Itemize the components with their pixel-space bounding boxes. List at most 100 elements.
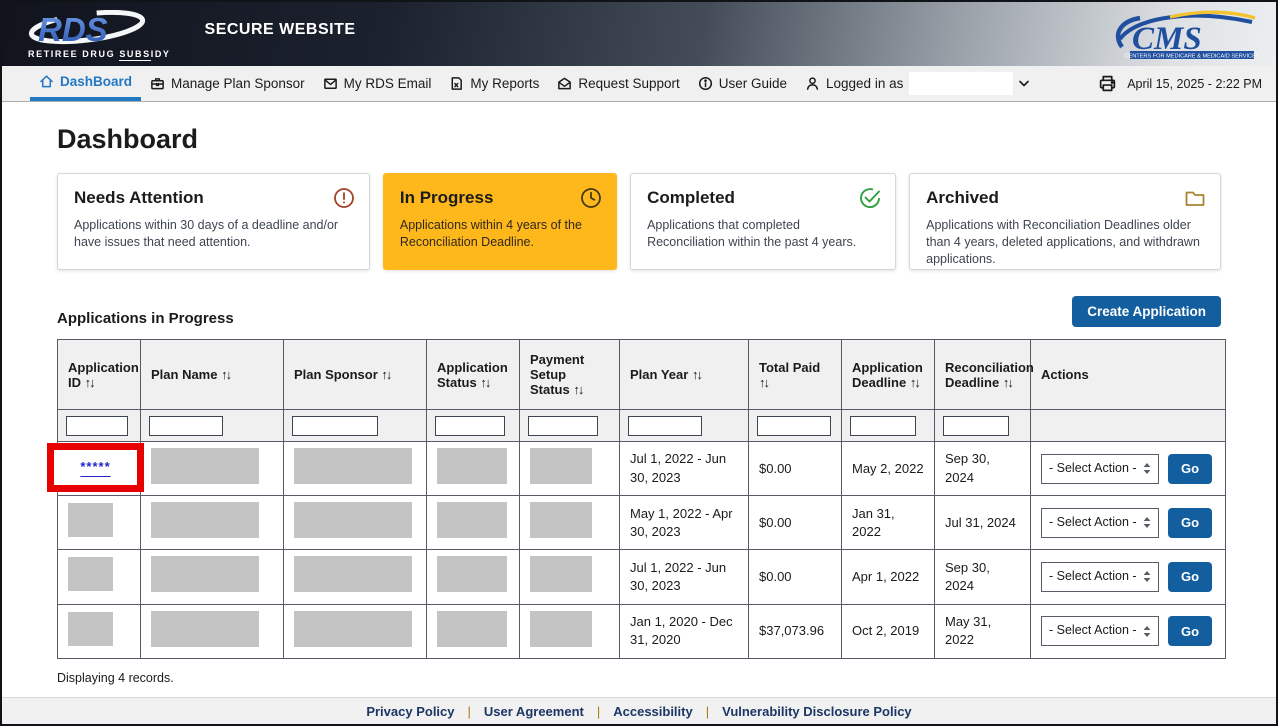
action-select[interactable]: - Select Action - (1041, 454, 1159, 484)
card-description: Applications with Reconciliation Deadlin… (926, 217, 1204, 268)
column-header-plan-sponsor[interactable]: Plan Sponsor ↑↓ (284, 340, 427, 410)
nav-item-label: DashBoard (60, 74, 132, 89)
logged-in-menu[interactable]: Logged in as (796, 66, 1038, 101)
request-support-icon (557, 76, 572, 91)
print-icon[interactable] (1098, 74, 1117, 93)
nav-item-user-guide[interactable]: User Guide (689, 66, 796, 101)
go-button[interactable]: Go (1168, 454, 1212, 484)
nav-item-my-reports[interactable]: My Reports (440, 66, 548, 101)
chevron-down-icon (1019, 80, 1029, 87)
table-row: Jan 1, 2020 - Dec 31, 2020 $37,073.96 Oc… (58, 604, 1226, 658)
plan-name-redacted (151, 448, 259, 484)
nav-item-label: User Guide (719, 76, 787, 91)
sort-icon: ↑↓ (381, 367, 390, 382)
records-count: Displaying 4 records. (57, 671, 1221, 685)
application-id-redacted (68, 557, 113, 591)
filter-input-plan-name[interactable] (149, 416, 223, 436)
sort-icon: ↑↓ (221, 367, 230, 382)
plan-year-cell: Jul 1, 2022 - Jun 30, 2023 (620, 442, 749, 496)
footer-link-user-agreement[interactable]: User Agreement (484, 704, 584, 719)
nav-item-request-support[interactable]: Request Support (548, 66, 688, 101)
card-completed[interactable]: Completed Applications that completed Re… (630, 173, 896, 270)
card-description: Applications that completed Reconciliati… (647, 217, 879, 251)
application-status-redacted (437, 611, 507, 647)
svg-text:CENTERS FOR MEDICARE & MEDICAI: CENTERS FOR MEDICARE & MEDICAID SERVICES (1124, 53, 1258, 59)
applications-table: Application ID ↑↓ Plan Name ↑↓ Plan Spon… (57, 339, 1226, 659)
application-status-redacted (437, 502, 507, 538)
filter-input-reconciliation-deadline[interactable] (943, 416, 1009, 436)
column-header-plan-name[interactable]: Plan Name ↑↓ (141, 340, 284, 410)
filter-input-total-paid[interactable] (757, 416, 831, 436)
reconciliation-deadline-cell: Jul 31, 2024 (935, 496, 1031, 550)
go-button[interactable]: Go (1168, 616, 1212, 646)
filter-input-payment-setup-status[interactable] (528, 416, 598, 436)
plan-year-cell: Jan 1, 2020 - Dec 31, 2020 (620, 604, 749, 658)
application-deadline-cell: May 2, 2022 (842, 442, 935, 496)
rds-logo-icon: RDS (28, 10, 146, 48)
status-cards: Needs Attention Applications within 30 d… (57, 173, 1221, 270)
card-title: In Progress (400, 188, 600, 208)
application-id-link[interactable]: ***** (80, 458, 110, 476)
alert-circle-icon (333, 187, 355, 214)
go-button[interactable]: Go (1168, 562, 1212, 592)
application-deadline-cell: Apr 1, 2022 (842, 550, 935, 604)
card-needs-attention[interactable]: Needs Attention Applications within 30 d… (57, 173, 370, 270)
application-id-redacted (68, 612, 113, 646)
filter-input-application-deadline[interactable] (850, 416, 916, 436)
sort-icon: ↑↓ (1003, 375, 1012, 390)
go-button[interactable]: Go (1168, 508, 1212, 538)
site-label: SECURE WEBSITE (205, 21, 356, 39)
footer-link-privacy-policy[interactable]: Privacy Policy (366, 704, 454, 719)
plan-year-cell: Jul 1, 2022 - Jun 30, 2023 (620, 550, 749, 604)
card-title: Needs Attention (74, 188, 353, 208)
report-icon (449, 76, 464, 91)
table-row: May 1, 2022 - Apr 30, 2023 $0.00 Jan 31,… (58, 496, 1226, 550)
filter-input-plan-year[interactable] (628, 416, 702, 436)
select-arrows-icon (1143, 463, 1151, 474)
current-datetime: April 15, 2025 - 2:22 PM (1127, 77, 1262, 91)
home-icon (39, 74, 54, 89)
column-header-payment-setup-status[interactable]: Payment Setup Status ↑↓ (520, 340, 620, 410)
action-select[interactable]: - Select Action - (1041, 616, 1159, 646)
action-select[interactable]: - Select Action - (1041, 562, 1159, 592)
column-header-total-paid[interactable]: Total Paid ↑↓ (749, 340, 842, 410)
sort-icon: ↑↓ (692, 367, 701, 382)
footer-link-accessibility[interactable]: Accessibility (613, 704, 693, 719)
filter-input-plan-sponsor[interactable] (292, 416, 378, 436)
nav-item-my-rds-email[interactable]: My RDS Email (314, 66, 441, 101)
info-icon (698, 76, 713, 91)
plan-sponsor-redacted (294, 556, 412, 592)
card-description: Applications within 4 years of the Recon… (400, 217, 600, 251)
masthead: RDS Retiree Drug Subsidy SECURE WEBSITE … (2, 2, 1276, 66)
sort-icon: ↑↓ (85, 375, 94, 390)
column-header-plan-year[interactable]: Plan Year ↑↓ (620, 340, 749, 410)
column-header-application-id[interactable]: Application ID ↑↓ (58, 340, 141, 410)
nav-item-dashboard[interactable]: DashBoard (30, 66, 141, 101)
total-paid-cell: $0.00 (749, 442, 842, 496)
plan-name-redacted (151, 611, 259, 647)
filter-input-application-id[interactable] (66, 416, 128, 436)
card-archived[interactable]: Archived Applications with Reconciliatio… (909, 173, 1221, 270)
column-header-reconciliation-deadline[interactable]: Reconciliation Deadline ↑↓ (935, 340, 1031, 410)
card-in-progress[interactable]: In Progress Applications within 4 years … (383, 173, 617, 270)
page-title: Dashboard (57, 124, 1221, 155)
rds-logo: RDS Retiree Drug Subsidy (28, 10, 171, 59)
nav-item-manage-plan-sponsor[interactable]: Manage Plan Sponsor (141, 66, 314, 101)
application-deadline-cell: Jan 31, 2022 (842, 496, 935, 550)
sort-icon: ↑↓ (480, 375, 489, 390)
sort-icon: ↑↓ (759, 375, 768, 390)
column-header-application-status[interactable]: Application Status ↑↓ (427, 340, 520, 410)
section-title: Applications in Progress (57, 310, 234, 327)
filter-input-application-status[interactable] (435, 416, 505, 436)
card-description: Applications within 30 days of a deadlin… (74, 217, 353, 251)
footer-link-vulnerability-disclosure[interactable]: Vulnerability Disclosure Policy (722, 704, 912, 719)
plan-year-cell: May 1, 2022 - Apr 30, 2023 (620, 496, 749, 550)
application-id-redacted (68, 503, 113, 537)
logged-in-username-redacted (909, 72, 1013, 95)
footer-separator: | (468, 704, 471, 719)
create-application-button[interactable]: Create Application (1072, 296, 1221, 327)
column-header-actions: Actions (1031, 340, 1226, 410)
action-select[interactable]: - Select Action - (1041, 508, 1159, 538)
application-status-redacted (437, 448, 507, 484)
column-header-application-deadline[interactable]: Application Deadline ↑↓ (842, 340, 935, 410)
